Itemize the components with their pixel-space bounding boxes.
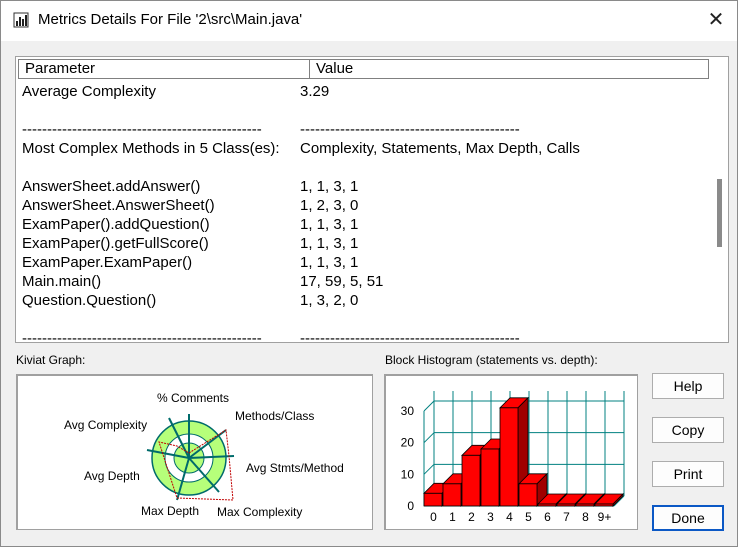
metrics-app-icon <box>13 12 29 28</box>
scrollbar-thumb[interactable] <box>717 179 722 247</box>
kiviat-graph: % Comments Methods/Class Avg Stmts/Metho… <box>16 374 373 530</box>
grid-line <box>423 400 435 412</box>
x-tick-label: 6 <box>544 510 551 524</box>
histogram-bar <box>575 503 595 507</box>
histogram-bar <box>423 492 443 507</box>
value-cell: ----------------------------------------… <box>300 330 520 343</box>
print-button[interactable]: Print <box>652 461 724 487</box>
parameter-cell: Average Complexity <box>22 83 156 100</box>
parameter-cell: AnswerSheet.AnswerSheet() <box>22 197 215 214</box>
kiviat-axis-label: Methods/Class <box>235 409 314 423</box>
value-cell: 1, 2, 3, 0 <box>300 197 359 214</box>
parameter-cell: Main.main() <box>22 273 102 290</box>
parameter-cell: ExamPaper().addQuestion() <box>22 216 210 233</box>
value-cell: 1, 1, 3, 1 <box>300 178 359 195</box>
kiviat-label: Kiviat Graph: <box>16 353 86 367</box>
y-tick-label: 10 <box>401 467 415 481</box>
parameter-cell: AnswerSheet.addAnswer() <box>22 178 201 195</box>
parameter-cell: Most Complex Methods in 5 Class(es): <box>22 140 280 157</box>
histogram-bar <box>461 454 481 507</box>
help-button[interactable]: Help <box>652 373 724 399</box>
value-cell: 1, 1, 3, 1 <box>300 254 359 271</box>
title-bar: Metrics Details For File '2\src\Main.jav… <box>1 1 737 41</box>
x-tick-label: 9+ <box>598 510 612 524</box>
y-tick-label: 30 <box>401 404 415 418</box>
value-cell: 1, 1, 3, 1 <box>300 235 359 252</box>
histogram-bar <box>480 448 500 507</box>
copy-button[interactable]: Copy <box>652 417 724 443</box>
histogram-bar <box>537 503 557 507</box>
x-tick-label: 3 <box>487 510 494 524</box>
x-tick-label: 5 <box>525 510 532 524</box>
histogram-bar <box>556 503 576 507</box>
x-tick-label: 2 <box>468 510 475 524</box>
kiviat-axis-label: Max Depth <box>141 504 199 518</box>
value-cell: 3.29 <box>300 83 330 100</box>
parameter-cell: ExamPaper().getFullScore() <box>22 235 209 252</box>
kiviat-graph-svg: % Comments Methods/Class Avg Stmts/Metho… <box>64 391 344 519</box>
histogram-svg: 01020300 1 2 3 4 5 6 7 8 9+ <box>401 391 625 524</box>
y-tick-label: 20 <box>401 436 415 450</box>
parameter-cell: ----------------------------------------… <box>22 330 262 343</box>
x-tick-label: 7 <box>563 510 570 524</box>
histogram-bar <box>594 503 614 507</box>
kiviat-axis-label: Max Complexity <box>217 505 302 519</box>
parameter-cell: Question.Question() <box>22 292 157 309</box>
done-button[interactable]: Done <box>652 505 724 531</box>
column-header-value[interactable]: Value <box>309 59 709 79</box>
histogram-bar <box>518 483 538 507</box>
value-cell: 1, 1, 3, 1 <box>300 216 359 233</box>
x-tick-label: 8 <box>582 510 589 524</box>
kiviat-axis-label: Avg Depth <box>84 469 140 483</box>
close-icon[interactable]: ✕ <box>703 7 729 33</box>
parameter-cell: ----------------------------------------… <box>22 121 262 138</box>
window-title: Metrics Details For File '2\src\Main.jav… <box>38 11 303 28</box>
x-tick-label: 1 <box>449 510 456 524</box>
histogram-bar <box>499 407 519 507</box>
grid-line <box>423 432 435 444</box>
value-cell: ----------------------------------------… <box>300 121 520 138</box>
vertical-scrollbar[interactable] <box>713 59 727 341</box>
x-tick-label: 4 <box>506 510 513 524</box>
metrics-dialog: Metrics Details For File '2\src\Main.jav… <box>0 0 738 547</box>
kiviat-axis-label: Avg Stmts/Method <box>246 461 344 475</box>
grid-line <box>423 463 435 475</box>
parameter-cell: ExamPaper.ExamPaper() <box>22 254 193 271</box>
value-cell: Complexity, Statements, Max Depth, Calls <box>300 140 580 157</box>
x-tick-label: 0 <box>430 510 437 524</box>
metrics-table[interactable]: Parameter Value Average Complexity 3.29 --… <box>15 56 729 343</box>
value-cell: 17, 59, 5, 51 <box>300 273 384 290</box>
histogram-bar <box>442 483 462 507</box>
kiviat-axis-label: % Comments <box>157 391 229 405</box>
column-header-parameter[interactable]: Parameter <box>18 59 310 79</box>
kiviat-axis-label: Avg Complexity <box>64 418 147 432</box>
y-tick-label: 0 <box>407 499 414 513</box>
histogram-label: Block Histogram (statements vs. depth): <box>385 353 598 367</box>
block-histogram: 0 10 20 30 0 1 2 3 4 5 6 7 8 9+ <box>384 374 638 530</box>
value-cell: 1, 3, 2, 0 <box>300 292 359 309</box>
